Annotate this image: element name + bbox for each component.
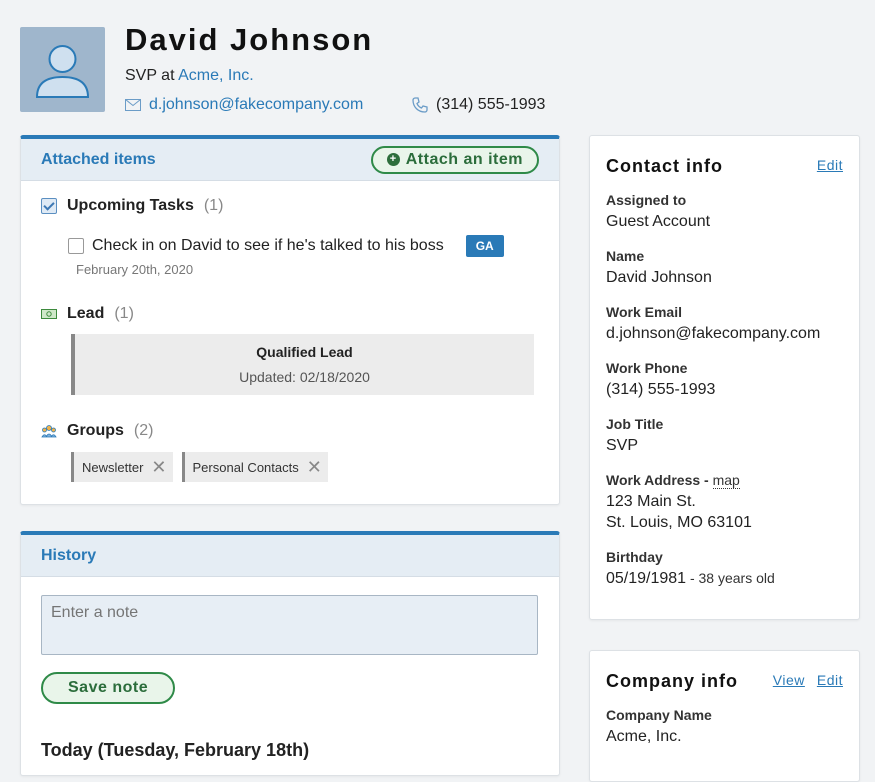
field-name: Name David Johnson — [606, 248, 712, 288]
group-icon — [41, 425, 57, 438]
birthday-age: - 38 years old — [686, 570, 775, 586]
field-label: Work Phone — [606, 360, 688, 376]
field-work-address: Work Address - map 123 Main St. St. Loui… — [606, 472, 752, 533]
lead-updated: Updated: 02/18/2020 — [239, 369, 370, 385]
task-text[interactable]: Check in on David to see if he's talked … — [92, 237, 444, 255]
view-company-link[interactable]: View — [773, 672, 805, 688]
remove-icon[interactable]: ✕ — [307, 458, 322, 476]
address-label-text: Work Address - — [606, 472, 713, 488]
attached-items-title: Attached items — [41, 150, 156, 168]
field-company-name: Company Name Acme, Inc. — [606, 707, 712, 747]
contact-role: SVP at Acme, Inc. — [125, 67, 254, 85]
contact-info-links: Edit — [817, 157, 843, 173]
birthday-date: 05/19/1981 — [606, 570, 687, 587]
lead-label: Lead — [67, 305, 105, 322]
field-label: Birthday — [606, 549, 663, 565]
company-info-links: View Edit — [773, 672, 843, 688]
groups-label: Groups — [67, 422, 124, 439]
upcoming-tasks-label: Upcoming Tasks — [67, 197, 194, 214]
contact-name: David Johnson — [125, 22, 374, 57]
history-title: History — [41, 546, 97, 564]
save-note-button[interactable]: Save note — [41, 672, 176, 704]
field-label: Work Email — [606, 304, 682, 320]
contact-info-card: Contact info Edit Assigned to Guest Acco… — [589, 135, 860, 620]
phone-number: (314) 555-1993 — [436, 96, 546, 113]
field-label: Name — [606, 248, 645, 264]
task-checkbox[interactable] — [68, 238, 84, 254]
address-line-1: 123 Main St. — [606, 493, 696, 510]
field-birthday: Birthday 05/19/1981 - 38 years old — [606, 549, 775, 589]
group-tags: Newsletter ✕ Personal Contacts ✕ — [71, 452, 328, 482]
field-value: 05/19/1981 - 38 years old — [606, 568, 775, 589]
lead-count: (1) — [114, 305, 134, 322]
field-label: Assigned to — [606, 192, 687, 208]
field-value: SVP — [606, 437, 639, 454]
envelope-icon — [125, 99, 141, 111]
money-icon — [41, 309, 57, 319]
company-info-card: Company info View Edit Company Name Acme… — [589, 650, 860, 782]
plus-icon: + — [386, 153, 400, 166]
edit-contact-link[interactable]: Edit — [817, 157, 843, 173]
company-info-title: Company info — [606, 671, 738, 691]
email-link[interactable]: d.johnson@fakecompany.com — [149, 96, 363, 114]
field-value: David Johnson — [606, 269, 712, 286]
remove-icon[interactable]: ✕ — [151, 458, 166, 476]
role-prefix: SVP at — [125, 67, 175, 84]
field-work-email: Work Email d.johnson@fakecompany.com — [606, 304, 820, 344]
field-label: Job Title — [606, 416, 664, 432]
edit-company-link[interactable]: Edit — [817, 672, 843, 688]
upcoming-tasks-section: Upcoming Tasks (1) — [41, 197, 223, 215]
person-icon — [35, 45, 90, 98]
tasks-checkbox-icon — [41, 198, 57, 214]
history-header: History — [21, 535, 559, 577]
attach-item-button[interactable]: + Attach an item — [370, 145, 539, 174]
contact-info-title: Contact info — [606, 156, 723, 176]
field-work-phone: Work Phone (314) 555-1993 — [606, 360, 715, 400]
attached-items-card: Attached items + Attach an item Upcoming… — [20, 135, 560, 505]
field-label: Company Name — [606, 707, 712, 723]
task-item: Check in on David to see if he's talked … — [68, 235, 504, 257]
history-card: History Save note Today (Tuesday, Februa… — [20, 531, 560, 776]
field-value: Guest Account — [606, 213, 711, 230]
upcoming-tasks-count: (1) — [203, 197, 224, 214]
group-tag: Newsletter ✕ — [71, 452, 173, 482]
group-tag-label: Personal Contacts — [192, 459, 299, 475]
phone-icon — [412, 97, 428, 113]
group-tag: Personal Contacts ✕ — [181, 452, 328, 482]
field-job-title: Job Title SVP — [606, 416, 663, 456]
lead-status: Qualified Lead — [256, 344, 353, 360]
address-line-2: St. Louis, MO 63101 — [606, 514, 752, 531]
assignee-badge: GA — [465, 235, 504, 257]
company-link[interactable]: Acme, Inc. — [178, 67, 254, 84]
phone-line: (314) 555-1993 — [412, 96, 545, 114]
map-link[interactable]: map — [712, 472, 740, 489]
field-assigned-to: Assigned to Guest Account — [606, 192, 710, 232]
lead-section: Lead (1) — [41, 305, 134, 323]
groups-count: (2) — [133, 422, 154, 439]
field-label: Work Address - map — [606, 472, 752, 489]
note-input[interactable] — [41, 595, 538, 655]
field-value: d.johnson@fakecompany.com — [606, 325, 821, 342]
group-tag-label: Newsletter — [82, 459, 144, 475]
field-value: Acme, Inc. — [606, 728, 682, 745]
attach-item-label: Attach an item — [405, 150, 523, 168]
avatar — [20, 27, 105, 112]
email-line: d.johnson@fakecompany.com — [125, 96, 363, 114]
lead-card[interactable]: Qualified Lead Updated: 02/18/2020 — [71, 334, 534, 395]
field-value: (314) 555-1993 — [606, 381, 716, 398]
attached-items-header: Attached items + Attach an item — [21, 139, 559, 181]
task-due-date: February 20th, 2020 — [76, 262, 194, 277]
groups-section: Groups (2) — [41, 422, 153, 440]
